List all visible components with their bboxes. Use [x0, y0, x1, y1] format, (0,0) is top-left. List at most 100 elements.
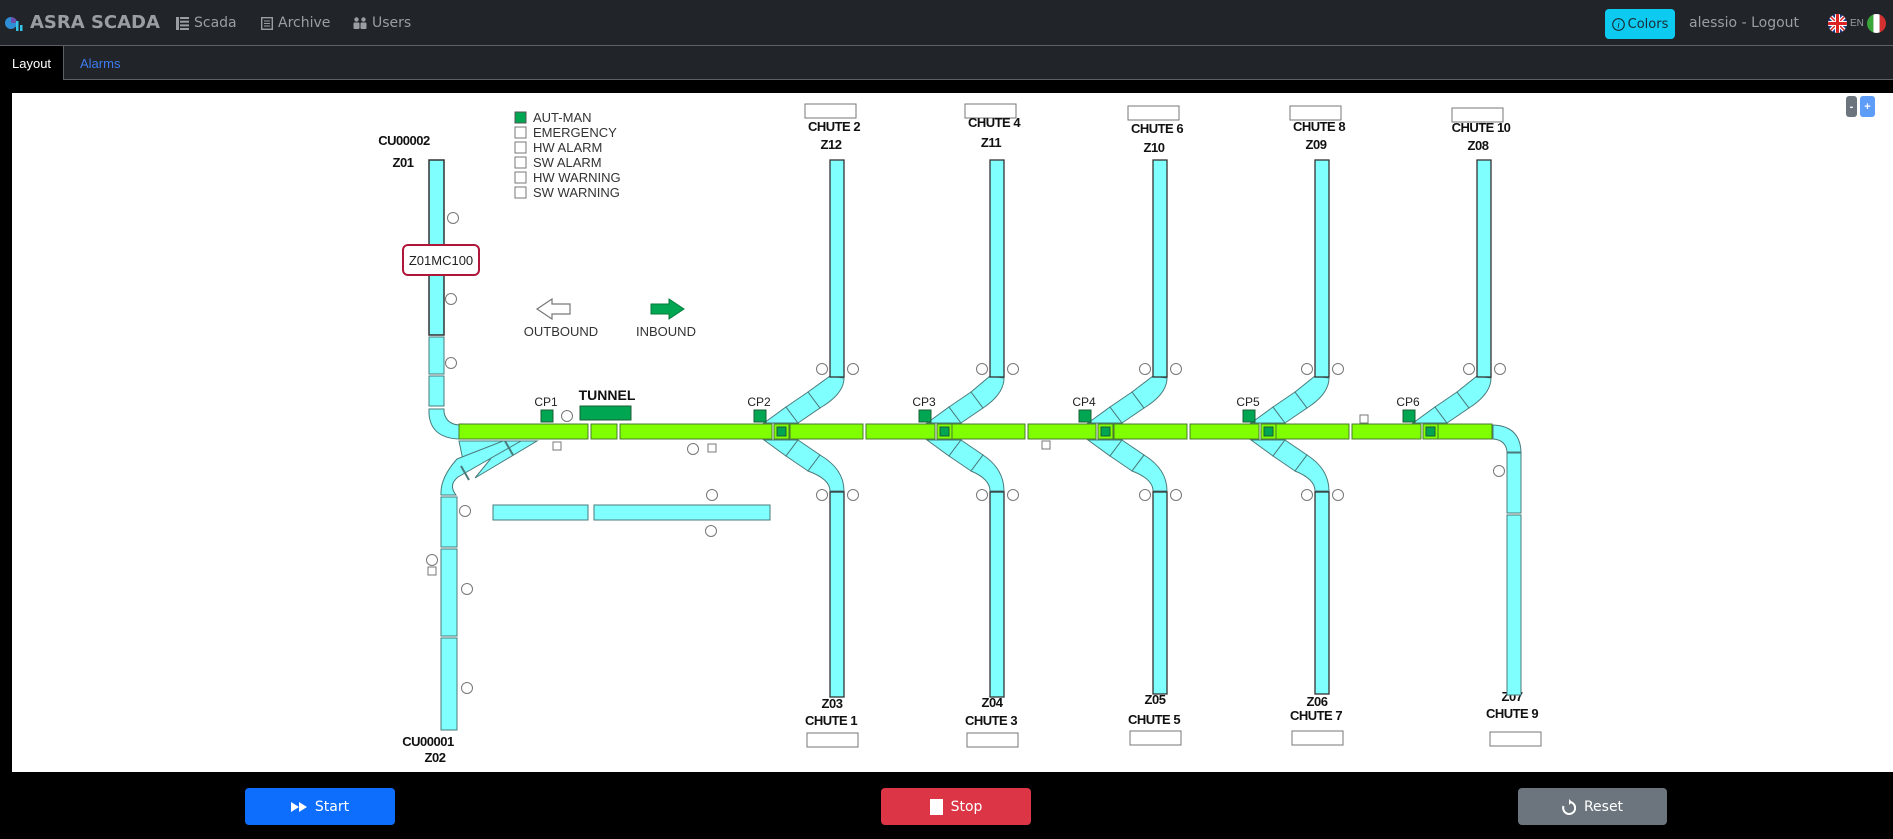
- direction-inbound: INBOUND: [636, 298, 696, 339]
- legend-swatch-hw-alarm: [514, 141, 527, 154]
- nav-scada[interactable]: Scada: [176, 15, 237, 31]
- junction-status-indicator: [776, 426, 787, 437]
- main-line-segment[interactable]: [1189, 423, 1260, 440]
- legend-label: AUT-MAN: [533, 110, 592, 125]
- chute-name-label: CHUTE 10: [1452, 120, 1511, 135]
- reset-label: Reset: [1583, 798, 1624, 815]
- checkpoint-label: CP3: [912, 395, 936, 409]
- arrow-right-icon: [650, 298, 685, 320]
- chute-status-box[interactable]: [1129, 730, 1182, 746]
- checkpoint-status: [1402, 409, 1416, 423]
- flag-it-icon[interactable]: [1866, 14, 1886, 33]
- tunnel[interactable]: TUNNEL: [579, 387, 636, 421]
- chute-status-box[interactable]: [966, 732, 1019, 748]
- chute-status-box[interactable]: [1489, 731, 1542, 747]
- brand-logo-icon: [5, 16, 23, 31]
- start-button[interactable]: Start: [245, 788, 395, 825]
- legend-swatch-hw-warning: [514, 171, 527, 184]
- chute-name-label: CHUTE 7: [1290, 708, 1342, 723]
- machine-tag-z01mc100[interactable]: Z01MC100: [402, 244, 480, 276]
- checkpoint-label: CP4: [1072, 395, 1096, 409]
- main-line-segment[interactable]: [1027, 423, 1097, 440]
- main-line-segment[interactable]: [1113, 423, 1188, 440]
- chute-name-label: CHUTE 3: [965, 713, 1017, 728]
- nav-users[interactable]: Users: [353, 15, 411, 31]
- chute-top-3[interactable]: [1086, 159, 1182, 424]
- chute-top-1[interactable]: [762, 159, 859, 424]
- chute-name-label: CHUTE 6: [1131, 121, 1183, 136]
- legend-item: AUT-MAN: [514, 110, 592, 125]
- zone-top-label: Z01: [393, 155, 414, 170]
- legend-label: HW WARNING: [533, 170, 621, 185]
- checkpoint-2[interactable]: CP2: [747, 395, 771, 423]
- zone-z07-conveyor[interactable]: [1492, 424, 1522, 696]
- main-line-segment[interactable]: [865, 423, 936, 440]
- chute-bottom-3[interactable]: [1086, 439, 1182, 695]
- inbound-label: INBOUND: [636, 324, 696, 339]
- chute-top-4[interactable]: [1249, 159, 1344, 424]
- junction-status-indicator: [1100, 426, 1111, 437]
- checkpoint-label: CP1: [534, 395, 558, 409]
- reset-button[interactable]: Reset: [1518, 788, 1667, 825]
- legend-item: HW WARNING: [514, 170, 621, 185]
- chute-bottom-2[interactable]: [925, 439, 1019, 698]
- colors-button-label: Colors: [1627, 16, 1669, 32]
- tab-layout[interactable]: Layout: [0, 46, 64, 80]
- chute-top-2[interactable]: [925, 159, 1019, 424]
- book-icon: [261, 16, 273, 30]
- fast-forward-icon: [290, 801, 307, 812]
- zone-bottom-label: Z02: [425, 750, 446, 765]
- legend-swatch-sw-warning: [514, 186, 527, 199]
- checkpoint-5[interactable]: CP5: [1236, 395, 1260, 423]
- chute-name-label: CHUTE 1: [805, 713, 857, 728]
- checkpoint-6[interactable]: CP6: [1396, 395, 1420, 423]
- top-navbar: ASRA SCADA Scada Archive Users i Colors …: [0, 0, 1893, 46]
- zone-label: Z04: [982, 695, 1004, 710]
- machine-tag-label: Z01MC100: [409, 253, 473, 268]
- main-line-segment[interactable]: [458, 423, 589, 440]
- legend-swatch-emergency: [514, 126, 527, 139]
- zone-z02-conveyor[interactable]: CU00001 Z02: [402, 440, 539, 765]
- legend-swatch-aut-man: [514, 111, 527, 124]
- stop-label: Stop: [950, 798, 983, 815]
- checkpoint-4[interactable]: CP4: [1072, 395, 1096, 423]
- main-line-segment[interactable]: [1437, 423, 1493, 440]
- chute-bottom-4[interactable]: [1249, 439, 1344, 695]
- flag-uk-icon[interactable]: [1828, 14, 1847, 33]
- chute-status-box[interactable]: [804, 103, 857, 119]
- chute-name-label: CHUTE 5: [1128, 712, 1180, 727]
- chute-name-label: CHUTE 8: [1293, 119, 1345, 134]
- checkpoint-3[interactable]: CP3: [912, 395, 936, 423]
- return-conveyor[interactable]: [492, 489, 771, 537]
- main-line-segment[interactable]: [951, 423, 1026, 440]
- chute-name-label: CHUTE 9: [1486, 706, 1538, 721]
- chute-status-box[interactable]: [806, 732, 859, 748]
- stop-button[interactable]: Stop: [881, 788, 1031, 825]
- legend-label: SW WARNING: [533, 185, 620, 200]
- colors-button[interactable]: i Colors: [1605, 9, 1675, 39]
- nav-archive[interactable]: Archive: [261, 15, 330, 31]
- chute-status-box[interactable]: [1127, 105, 1180, 121]
- brand[interactable]: ASRA SCADA: [4, 12, 160, 33]
- main-line-segment[interactable]: [1351, 423, 1422, 440]
- chute-bottom-1[interactable]: [762, 439, 859, 698]
- chute-status-box[interactable]: [1291, 730, 1344, 746]
- main-line-segment[interactable]: [789, 423, 864, 440]
- main-line-segment[interactable]: [619, 423, 773, 440]
- chute-status-box[interactable]: [1289, 105, 1342, 121]
- zone-z01-conveyor[interactable]: CU00002 Z01: [378, 133, 460, 440]
- junction-status-indicator: [1425, 426, 1436, 437]
- zone-label: Z10: [1144, 140, 1165, 155]
- main-line-segment[interactable]: [590, 423, 618, 440]
- checkpoint-1[interactable]: CP1: [534, 395, 558, 423]
- main-line-segment[interactable]: [1275, 423, 1350, 440]
- plant-diagram: AUT-MAN EMERGENCY HW ALARM SW ALARM HW W…: [378, 103, 1542, 765]
- zone-label: Z12: [821, 137, 842, 152]
- list-icon: [176, 16, 189, 30]
- user-logout-link[interactable]: alessio - Logout: [1689, 15, 1799, 31]
- tab-alarms[interactable]: Alarms: [68, 46, 132, 80]
- nav-archive-label: Archive: [278, 15, 331, 31]
- chute-top-5[interactable]: [1411, 159, 1506, 424]
- brand-name: ASRA SCADA: [30, 12, 160, 33]
- zone-label: Z05: [1145, 692, 1166, 707]
